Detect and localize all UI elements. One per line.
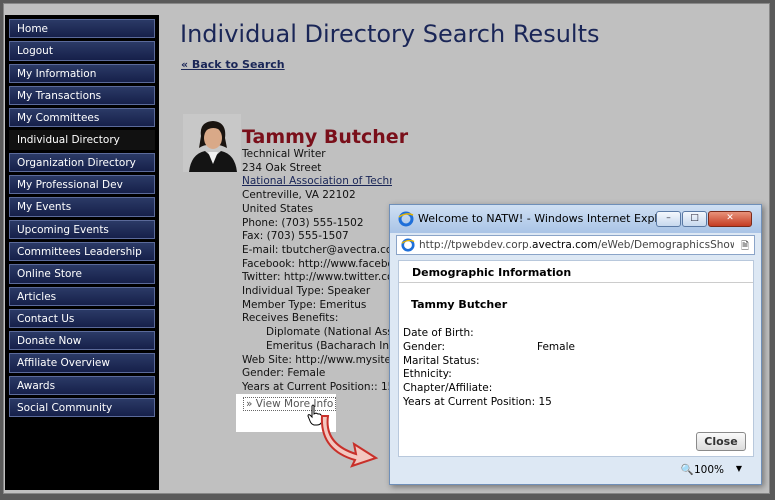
close-button[interactable]: Close [696,432,746,451]
detail-line: 234 Oak Street [242,161,322,174]
detail-line: Diplomate (National Association) [266,326,392,339]
field-row: Marital Status: [403,354,480,367]
person-details: Technical Writer 234 Oak Street National… [242,148,392,395]
curved-arrow-icon [320,415,379,468]
sidebar-item-my-professional-dev[interactable]: My Professional Dev [9,175,155,195]
demographic-header: Demographic Information [399,261,753,283]
demographic-fields: Date of Birth: Gender: Female Marital Sta… [403,327,575,410]
sidebar-item-my-information[interactable]: My Information [9,63,155,83]
popup-window-title: Welcome to NATW! - Windows Internet Expl… [418,212,680,225]
demographic-person-name: Tammy Butcher [411,298,508,311]
sidebar-item-committees-leadership[interactable]: Committees Leadership [9,241,155,262]
url-text: http://tpwebdev.corp.avectra.com/eWeb/De… [419,239,734,251]
detail-line: Emeritus (Bacharach Institute) [266,339,392,352]
sidebar-item-awards[interactable]: Awards [9,375,155,396]
person-name: Tammy Butcher [242,126,409,148]
sidebar-item-affiliate-overview[interactable]: Affiliate Overview [9,353,155,373]
sidebar-item-donate-now[interactable]: Donate Now [9,331,155,351]
detail-line: Individual Type: Speaker [242,285,371,298]
minimize-button[interactable]: – [656,211,681,227]
sidebar: Home Logout My Information My Transactio… [5,15,159,490]
detail-line: Twitter: http://www.twitter.com [242,271,392,284]
demographic-heading: Demographic Information [412,266,572,279]
sidebar-item-contact-us[interactable]: Contact Us [9,308,155,329]
sidebar-item-logout[interactable]: Logout [9,41,155,61]
ie-icon [401,238,415,252]
detail-line: Centreville, VA 22102 [242,189,356,202]
field-row: Years at Current Position: 15 [403,395,552,408]
sidebar-item-online-store[interactable]: Online Store [9,264,155,284]
avatar [183,114,241,172]
field-row: Date of Birth: [403,327,474,339]
address-bar[interactable]: http://tpwebdev.corp.avectra.com/eWeb/De… [396,235,755,255]
detail-line: Phone: (703) 555-1502 [242,216,364,229]
detail-line: Facebook: http://www.facebook.com [242,257,392,270]
detail-line: Years at Current Position:: 15 [242,380,392,393]
page-title: Individual Directory Search Results [180,20,600,48]
detail-line: Member Type: Emeritus [242,298,367,311]
browser-popup-window: Welcome to NATW! - Windows Internet Expl… [389,204,762,485]
detail-line: United States [242,202,314,215]
person-photo-icon [183,114,241,172]
sidebar-item-my-committees[interactable]: My Committees [9,108,155,128]
website-line[interactable]: Web Site: http://www.mysite.com [242,354,392,368]
window-close-button[interactable]: ✕ [708,211,752,227]
maximize-button[interactable]: □ [682,211,707,227]
sidebar-item-social-community[interactable]: Social Community [9,398,155,418]
zoom-icon: 🔍 [680,464,694,476]
sidebar-item-my-events[interactable]: My Events [9,197,155,217]
sidebar-item-organization-directory[interactable]: Organization Directory [9,152,155,173]
sidebar-item-upcoming-events[interactable]: Upcoming Events [9,219,155,239]
email-line[interactable]: E-mail: tbutcher@avectra.com [242,244,392,258]
chevron-down-icon[interactable]: ▼ [736,464,742,473]
field-row: Ethnicity: [403,368,452,381]
popup-content: Demographic Information Tammy Butcher Da… [398,260,754,457]
ie-icon [398,211,414,227]
detail-line: Fax: (703) 555-1507 [242,230,349,243]
detail-line: Technical Writer [242,148,326,160]
popup-title-bar[interactable]: Welcome to NATW! - Windows Internet Expl… [390,205,761,233]
status-bar: 🔍100% ▼ [398,458,754,480]
back-to-search-link[interactable]: « Back to Search [181,58,285,71]
sidebar-item-home[interactable]: Home [9,19,155,39]
field-row: Gender: Female [403,340,575,353]
detail-line: Gender: Female [242,367,326,380]
sidebar-item-individual-directory[interactable]: Individual Directory [9,130,155,150]
detail-line: Receives Benefits: [242,312,339,325]
sidebar-item-articles[interactable]: Articles [9,286,155,306]
page-icon: 🗎 [740,241,749,252]
sidebar-item-my-transactions[interactable]: My Transactions [9,85,155,106]
zoom-level[interactable]: 🔍100% [681,463,724,476]
field-row: Chapter/Affiliate: [403,382,493,395]
organization-link[interactable]: National Association of Technical Writer… [242,175,392,189]
